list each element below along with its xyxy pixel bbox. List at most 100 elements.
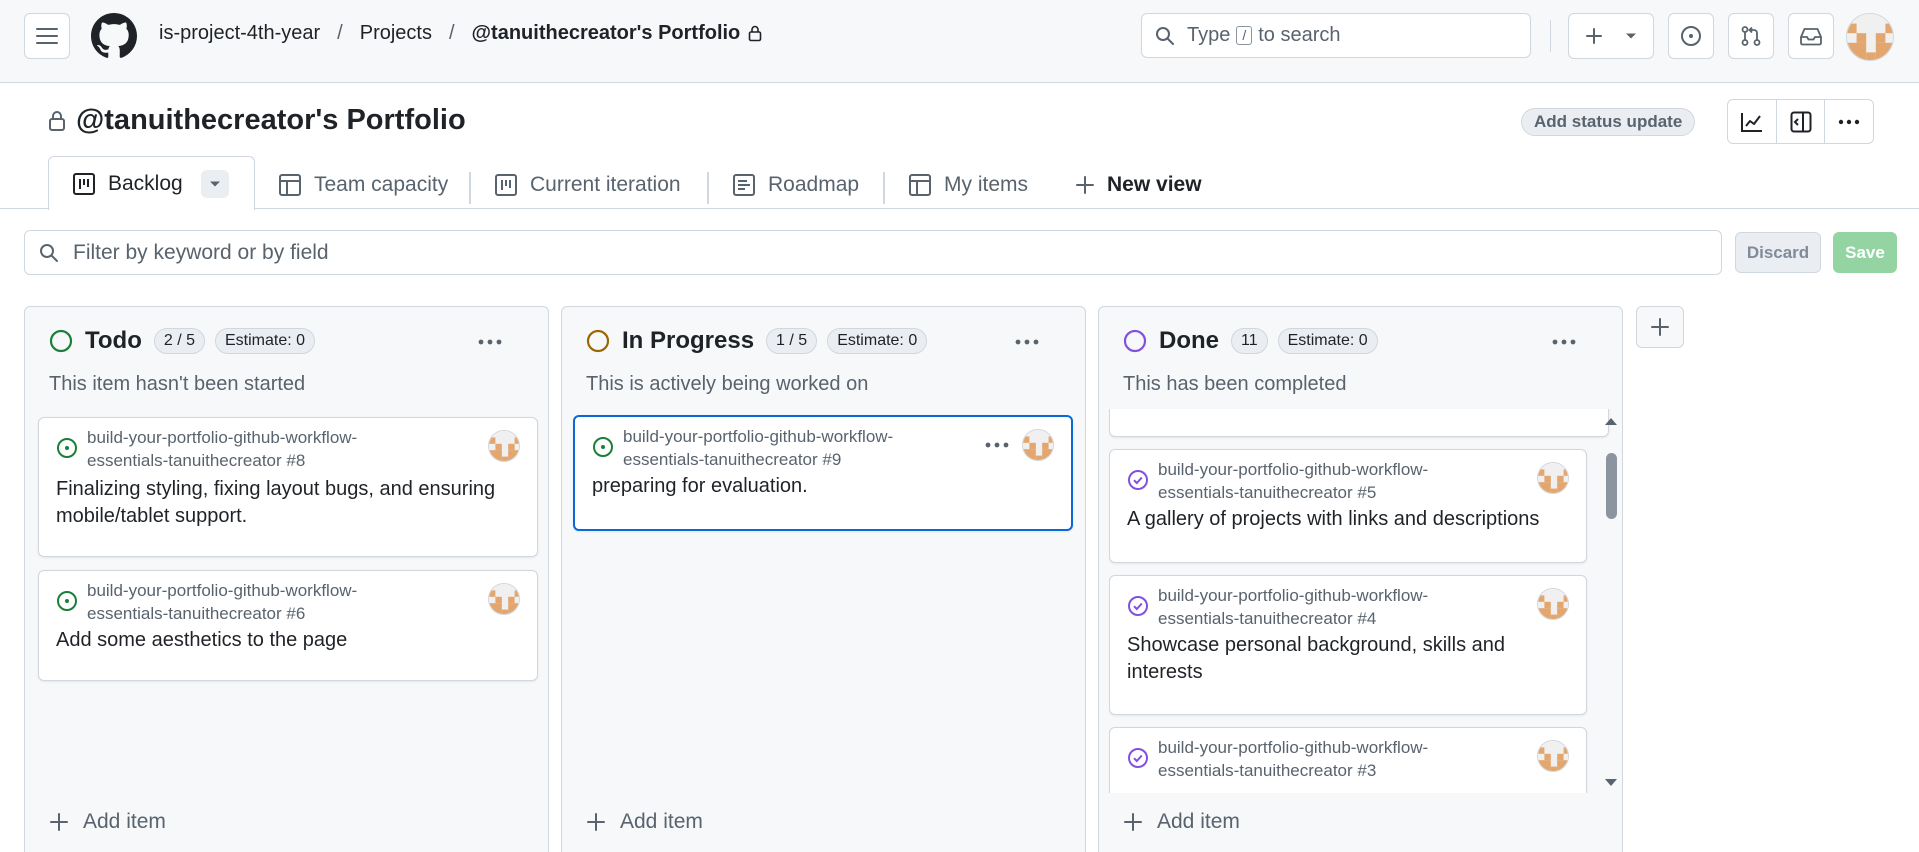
tab-team-capacity[interactable]: Team capacity xyxy=(278,162,448,208)
tab-my-items[interactable]: My items xyxy=(908,162,1028,208)
issue-card[interactable]: build-your-portfolio-github-workflow-ess… xyxy=(1109,575,1587,715)
filter-input[interactable]: Filter by keyword or by field xyxy=(24,230,1722,275)
card-repository[interactable]: build-your-portfolio-github-workflow-ess… xyxy=(87,579,427,625)
kebab-horizontal-icon xyxy=(1015,339,1039,345)
status-circle-icon xyxy=(49,329,73,353)
header-divider xyxy=(1550,20,1551,52)
search-placeholder-pre: Type xyxy=(1187,24,1231,46)
insights-button[interactable] xyxy=(1728,100,1776,143)
breadcrumb-org[interactable]: is-project-4th-year xyxy=(159,22,320,45)
identicon-icon xyxy=(1538,463,1568,493)
sidebar-expand-icon xyxy=(1790,111,1811,132)
column-count-badge: 1 / 5 xyxy=(766,328,818,354)
board-column-todo: Todo 2 / 5 Estimate: 0 This item hasn't … xyxy=(24,306,549,852)
card-repository[interactable]: build-your-portfolio-github-workflow-ess… xyxy=(1158,584,1498,630)
plus-icon xyxy=(1124,813,1142,831)
add-item-button[interactable]: Add item xyxy=(586,810,703,834)
column-description: This item hasn't been started xyxy=(49,373,306,395)
card-title[interactable]: preparing for evaluation. xyxy=(592,473,1062,500)
pull-requests-button[interactable] xyxy=(1728,13,1774,59)
issue-card[interactable]: build-your-portfolio-github-workflow-ess… xyxy=(1109,727,1587,793)
tab-separator xyxy=(883,172,885,204)
inbox-button[interactable] xyxy=(1788,13,1834,59)
plus-icon xyxy=(1651,318,1669,336)
table-icon xyxy=(279,174,301,196)
issue-opened-icon xyxy=(593,437,613,457)
issue-card-selected[interactable]: build-your-portfolio-github-workflow-ess… xyxy=(573,415,1073,531)
project-title: @tanuithecreator's Portfolio xyxy=(48,104,466,137)
tab-roadmap[interactable]: Roadmap xyxy=(732,162,859,208)
view-options-dropdown[interactable] xyxy=(201,170,229,198)
column-menu-button[interactable] xyxy=(1544,327,1584,357)
add-column-button[interactable] xyxy=(1636,306,1684,348)
breadcrumb-separator: / xyxy=(448,22,455,44)
add-status-update-button[interactable]: Add status update xyxy=(1521,108,1696,136)
github-logo[interactable] xyxy=(91,13,137,59)
lock-icon xyxy=(49,110,65,131)
scroll-up-arrow-icon[interactable] xyxy=(1603,415,1619,427)
user-avatar[interactable] xyxy=(1846,13,1894,61)
card-title[interactable]: A gallery of projects with links and des… xyxy=(1127,506,1577,533)
search-input[interactable]: Type / to search xyxy=(1141,13,1531,58)
board-column-done: Done 11 Estimate: 0 This has been comple… xyxy=(1098,306,1623,852)
breadcrumb-projects[interactable]: Projects xyxy=(360,22,432,45)
column-estimate-badge: Estimate: 0 xyxy=(827,328,928,354)
menu-button[interactable] xyxy=(24,13,70,59)
breadcrumb-current-project[interactable]: @tanuithecreator's Portfolio xyxy=(472,22,763,45)
card-repository[interactable]: build-your-portfolio-github-workflow-ess… xyxy=(623,425,963,471)
column-title: In Progress xyxy=(622,327,755,354)
tab-my-items-label: My items xyxy=(944,173,1028,196)
tab-bar-border xyxy=(0,208,1919,209)
assignee-avatar[interactable] xyxy=(1537,588,1569,620)
card-title[interactable]: Finalizing styling, fixing layout bugs, … xyxy=(56,476,526,530)
project-toolbar xyxy=(1727,99,1874,144)
scroll-down-arrow-icon[interactable] xyxy=(1603,777,1619,789)
kebab-horizontal-icon xyxy=(985,442,1009,448)
issue-card-partial[interactable] xyxy=(1109,409,1609,437)
identicon-icon xyxy=(489,431,519,461)
save-button[interactable]: Save xyxy=(1833,232,1897,273)
assignee-avatar[interactable] xyxy=(1537,462,1569,494)
card-repository[interactable]: build-your-portfolio-github-workflow-ess… xyxy=(1158,736,1498,782)
identicon-icon xyxy=(1538,589,1568,619)
assignee-avatar[interactable] xyxy=(488,430,520,462)
assignee-avatar[interactable] xyxy=(1537,740,1569,772)
create-new-button[interactable] xyxy=(1568,13,1654,59)
card-repository[interactable]: build-your-portfolio-github-workflow-ess… xyxy=(1158,458,1498,504)
assignee-avatar[interactable] xyxy=(1022,429,1054,461)
card-title[interactable]: Add some aesthetics to the page xyxy=(56,627,526,654)
column-scroll-area[interactable]: build-your-portfolio-github-workflow-ess… xyxy=(1109,409,1625,793)
card-menu-button[interactable] xyxy=(985,433,1009,457)
column-menu-button[interactable] xyxy=(1007,327,1047,357)
column-header: In Progress 1 / 5 Estimate: 0 xyxy=(586,327,937,355)
card-title[interactable]: Showcase personal background, skills and… xyxy=(1127,632,1577,686)
column-menu-button[interactable] xyxy=(470,327,510,357)
project-title-text: @tanuithecreator's Portfolio xyxy=(76,104,466,136)
column-estimate-badge: Estimate: 0 xyxy=(215,328,316,354)
card-repository[interactable]: build-your-portfolio-github-workflow-ess… xyxy=(87,426,427,472)
breadcrumb-project-label: @tanuithecreator's Portfolio xyxy=(471,22,741,44)
issue-card[interactable]: build-your-portfolio-github-workflow-ess… xyxy=(1109,449,1587,563)
inbox-icon xyxy=(1800,28,1822,46)
breadcrumb-separator: / xyxy=(337,22,343,44)
scrollbar-thumb[interactable] xyxy=(1606,453,1617,519)
add-item-button[interactable]: Add item xyxy=(49,810,166,834)
issues-button[interactable] xyxy=(1668,13,1714,59)
tab-current-iteration[interactable]: Current iteration xyxy=(494,162,681,208)
table-icon xyxy=(909,174,931,196)
column-header: Todo 2 / 5 Estimate: 0 xyxy=(49,327,325,355)
board-icon xyxy=(73,172,95,195)
issue-card[interactable]: build-your-portfolio-github-workflow-ess… xyxy=(38,570,538,681)
identicon-icon xyxy=(1023,430,1053,460)
issue-closed-icon xyxy=(1128,596,1148,616)
side-panel-button[interactable] xyxy=(1775,100,1825,143)
add-item-button[interactable]: Add item xyxy=(1123,810,1240,834)
tab-separator xyxy=(469,172,471,204)
assignee-avatar[interactable] xyxy=(488,583,520,615)
tab-new-view[interactable]: New view xyxy=(1075,162,1202,208)
column-description: This is actively being worked on xyxy=(586,373,869,395)
discard-button[interactable]: Discard xyxy=(1735,232,1821,273)
project-more-button[interactable] xyxy=(1824,100,1873,143)
issue-card[interactable]: build-your-portfolio-github-workflow-ess… xyxy=(38,417,538,557)
tab-backlog-label: Backlog xyxy=(108,171,183,195)
